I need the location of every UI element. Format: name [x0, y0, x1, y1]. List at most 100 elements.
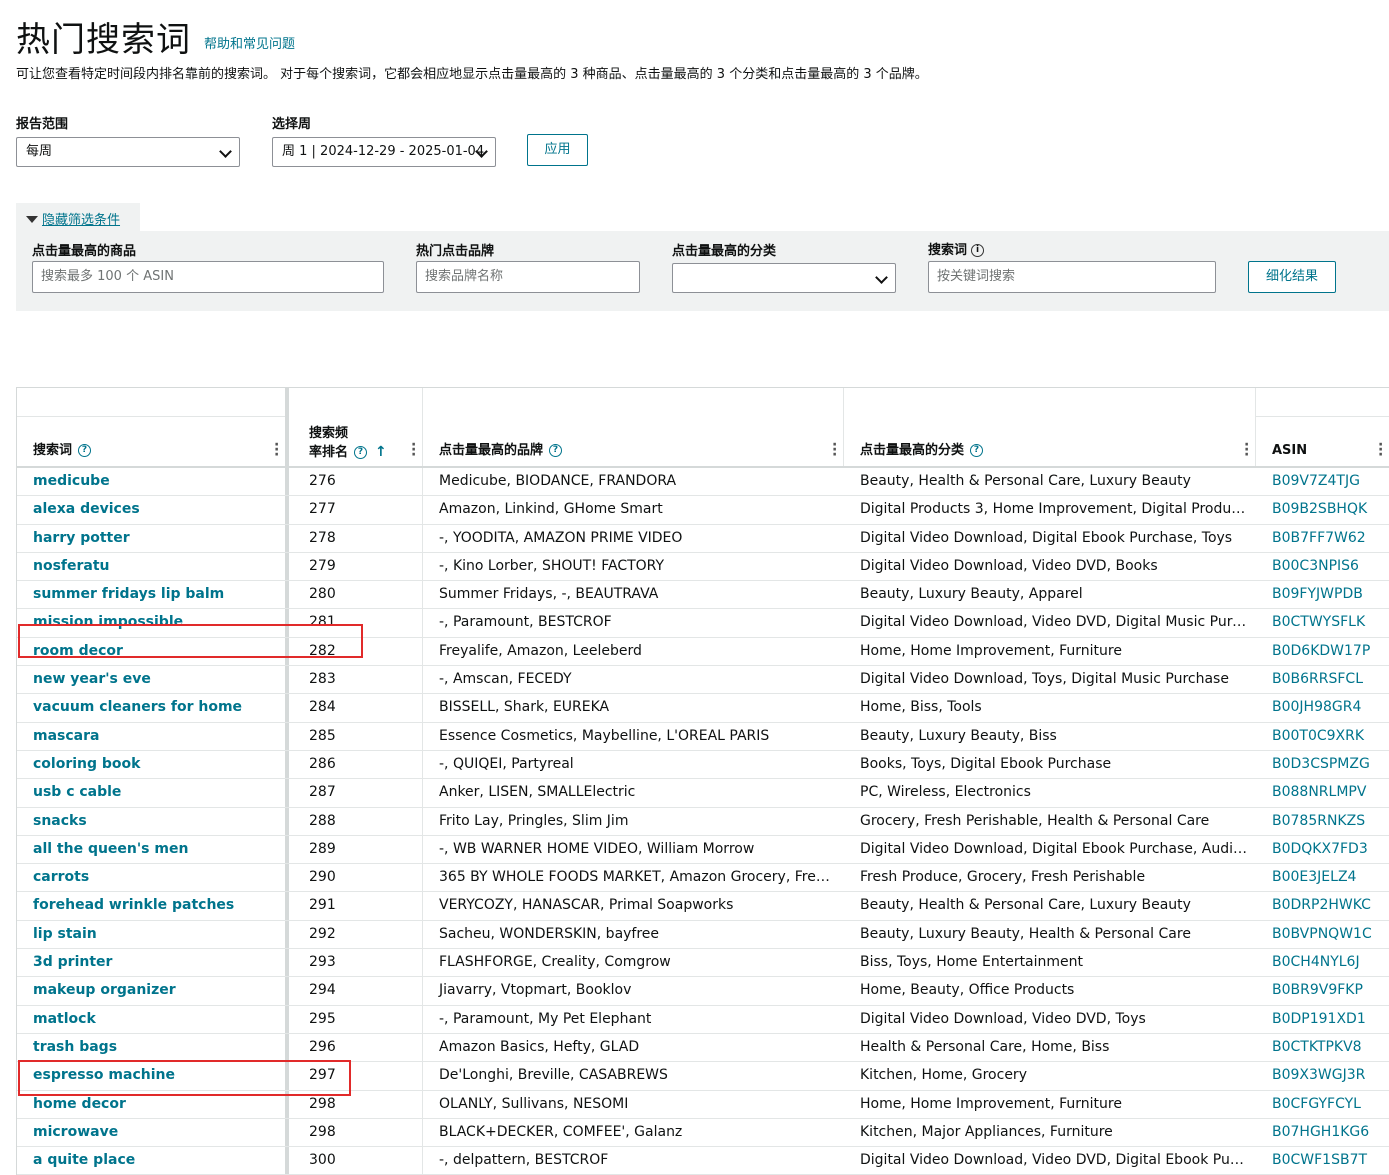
brands-cell: VERYCOZY, HANASCAR, Primal Soapworks — [439, 897, 734, 914]
search-term-link[interactable]: makeup organizer — [17, 977, 289, 1005]
week-select[interactable]: 周 1 | 2024-12-29 - 2025-01-04 — [272, 137, 496, 167]
search-term-link[interactable]: vacuum cleaners for home — [17, 694, 289, 722]
search-term-link[interactable]: alexa devices — [17, 496, 289, 524]
info-icon[interactable]: i — [971, 244, 985, 257]
brand-filter-label: 热门点击品牌 — [416, 244, 495, 259]
brands-cell: De'Longhi, Breville, CASABREWS — [439, 1067, 668, 1084]
rank-cell: 288 — [293, 807, 423, 835]
asin-link[interactable]: B0D3CSPMZG — [1256, 751, 1389, 778]
rank-cell: 278 — [293, 524, 423, 552]
asin-link[interactable]: B00E3JELZ4 — [1256, 864, 1389, 891]
asin-link[interactable]: B00JH98GR4 — [1256, 694, 1389, 721]
col-search-term[interactable]: 搜索词? · · · — [17, 388, 289, 466]
column-menu-icon[interactable]: · · · — [274, 438, 279, 462]
rank-cell: 285 — [293, 722, 423, 750]
search-term-link[interactable]: medicube — [17, 468, 289, 496]
asin-link[interactable]: B09X3WGJ3R — [1256, 1062, 1389, 1089]
report-range-select[interactable]: 每周 — [16, 137, 240, 167]
search-term-link[interactable]: usb c cable — [17, 779, 289, 807]
brands-cell: OLANLY, Sullivans, NESOMI — [439, 1095, 629, 1112]
rank-cell: 283 — [293, 666, 423, 694]
rank-cell: 295 — [293, 1005, 423, 1033]
asin-link[interactable]: B00T0C9XRK — [1256, 723, 1389, 750]
report-range-label: 报告范围 — [16, 117, 69, 132]
asin-link[interactable]: B09B2SBHQK — [1256, 496, 1389, 523]
search-term-link[interactable]: room decor — [17, 637, 289, 666]
brands-cell: Jiavarry, Vtopmart, Booklov — [439, 982, 632, 999]
column-menu-icon[interactable]: · · · — [1378, 438, 1383, 462]
search-term-link[interactable]: harry potter — [17, 524, 289, 552]
page-title: 热门搜索词 — [16, 20, 191, 60]
asin-link[interactable]: B09V7Z4TJG — [1256, 468, 1389, 495]
asin-link[interactable]: B0BR9V9FKP — [1256, 977, 1389, 1004]
search-term-link[interactable]: mission impossible — [17, 609, 289, 637]
search-term-link[interactable]: lip stain — [17, 920, 289, 949]
categories-cell: Health & Personal Care, Home, Biss — [860, 1038, 1110, 1055]
asin-link[interactable]: B07HGH1KG6 — [1256, 1119, 1389, 1146]
asin-link[interactable]: B0CH4NYL6J — [1256, 949, 1389, 976]
col-categories[interactable]: 点击量最高的分类? · · · — [844, 388, 1256, 466]
search-term-link[interactable]: new year's eve — [17, 666, 289, 694]
filter-toggle-label: 隐藏筛选条件 — [42, 213, 121, 228]
categories-cell: Digital Video Download, Toys, Digital Mu… — [860, 671, 1229, 688]
apply-button[interactable]: 应用 — [527, 134, 588, 166]
search-term-link[interactable]: matlock — [17, 1005, 289, 1033]
search-term-link[interactable]: espresso machine — [17, 1062, 289, 1090]
asin-link[interactable]: B0D6KDW17P — [1256, 638, 1389, 665]
asin-link[interactable]: B0CWF1SB7T — [1256, 1147, 1389, 1174]
categories-cell: Digital Video Download, Video DVD, Digit… — [860, 1152, 1256, 1169]
column-menu-icon[interactable]: · · · — [1244, 438, 1249, 462]
refine-results-button[interactable]: 细化结果 — [1248, 261, 1336, 293]
asin-link[interactable]: B0CTWYSFLK — [1256, 609, 1389, 636]
rank-cell: 293 — [293, 949, 423, 977]
help-link[interactable]: 帮助和常见问题 — [204, 33, 295, 52]
search-term-link[interactable]: 3d printer — [17, 949, 289, 977]
asin-link[interactable]: B09FYJWPDB — [1256, 581, 1389, 608]
asin-link[interactable]: B0BVPNQW1C — [1256, 921, 1389, 948]
search-term-link[interactable]: coloring book — [17, 750, 289, 779]
keyword-filter-label: 搜索词 i — [928, 239, 985, 258]
brands-cell: Frito Lay, Pringles, Slim Jim — [439, 812, 629, 829]
asin-link[interactable]: B0B6RRSFCL — [1256, 666, 1389, 693]
help-icon[interactable]: ? — [78, 444, 92, 457]
asin-link[interactable]: B0CFGYFCYL — [1256, 1091, 1389, 1118]
filter-toggle[interactable]: 隐藏筛选条件 — [16, 203, 140, 231]
search-term-link[interactable]: forehead wrinkle patches — [17, 892, 289, 920]
search-term-link[interactable]: nosferatu — [17, 552, 289, 581]
help-icon[interactable]: ? — [970, 444, 984, 457]
column-menu-icon[interactable]: · · · — [832, 438, 837, 462]
column-menu-icon[interactable]: · · · — [411, 438, 416, 462]
asin-link[interactable]: B088NRLMPV — [1256, 779, 1389, 806]
help-icon[interactable]: ? — [549, 444, 563, 457]
brand-filter-input[interactable]: 搜索品牌名称 — [416, 261, 640, 293]
asin-link[interactable]: B0CTKTPKV8 — [1256, 1034, 1389, 1061]
asin-link[interactable]: B0DP191XD1 — [1256, 1006, 1389, 1033]
product-filter-input[interactable]: 搜索最多 100 个 ASIN — [32, 261, 384, 293]
col-asin[interactable]: ASIN · · · — [1256, 388, 1389, 466]
search-term-link[interactable]: microwave — [17, 1118, 289, 1147]
help-icon[interactable]: ? — [354, 446, 368, 459]
search-term-link[interactable]: snacks — [17, 807, 289, 835]
search-term-link[interactable]: trash bags — [17, 1033, 289, 1062]
categories-cell: Beauty, Luxury Beauty, Biss — [860, 727, 1057, 744]
categories-cell: Digital Video Download, Video DVD, Toys — [860, 1010, 1146, 1027]
asin-link[interactable]: B00C3NPIS6 — [1256, 553, 1389, 580]
search-term-link[interactable]: mascara — [17, 722, 289, 750]
col-rank[interactable]: 搜索频 率排名? ↑ · · · — [293, 388, 423, 466]
asin-link[interactable]: B0B7FF7W62 — [1256, 525, 1389, 552]
table-row: trash bags 296 Amazon Basics, Hefty, GLAD H… — [17, 1033, 1389, 1063]
rank-cell: 287 — [293, 779, 423, 807]
search-term-link[interactable]: all the queen's men — [17, 835, 289, 864]
col-brands[interactable]: 点击量最高的品牌? · · · — [423, 388, 844, 466]
search-term-link[interactable]: summer fridays lip balm — [17, 581, 289, 609]
search-term-link[interactable]: carrots — [17, 864, 289, 892]
table-row: microwave 298 BLACK+DECKER, COMFEE', Galan… — [17, 1118, 1389, 1148]
keyword-filter-input[interactable]: 按关键词搜索 — [928, 261, 1216, 293]
search-term-link[interactable]: home decor — [17, 1090, 289, 1118]
category-filter-select[interactable] — [672, 263, 896, 293]
asin-link[interactable]: B0DQKX7FD3 — [1256, 836, 1389, 863]
asin-link[interactable]: B0DRP2HWKC — [1256, 892, 1389, 919]
asin-link[interactable]: B0785RNKZS — [1256, 808, 1389, 835]
search-term-link[interactable]: a quite place — [17, 1147, 289, 1175]
sort-ascending-icon[interactable]: ↑ — [375, 443, 387, 461]
